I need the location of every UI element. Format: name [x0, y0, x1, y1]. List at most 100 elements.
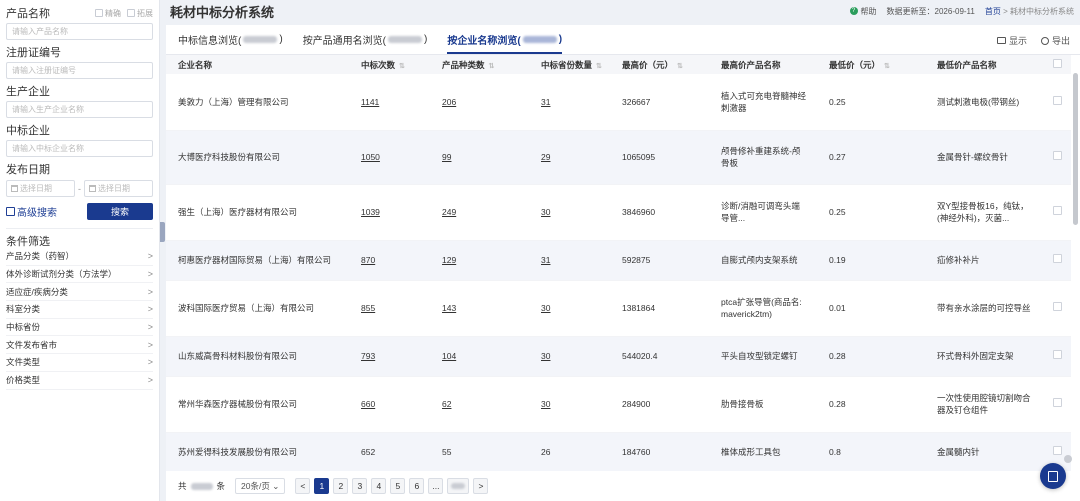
cell-wins[interactable]: 652	[349, 432, 430, 473]
row-checkbox[interactable]	[1053, 350, 1062, 359]
page-button[interactable]: 5	[390, 478, 406, 494]
advanced-search-link[interactable]: 高级搜索	[6, 204, 57, 219]
tab-by-product[interactable]: 按产品通用名浏览()	[303, 32, 428, 54]
table-row[interactable]: 常州华森医疗器械股份有限公司 660 62 30 284900 肋骨接骨板 0.28 一次性使…	[166, 376, 1071, 433]
col-wins[interactable]: 中标次数 ⇅	[349, 55, 430, 74]
cell-kinds[interactable]: 249	[430, 184, 529, 241]
maker-input[interactable]: 请输入生产企业名称	[6, 101, 153, 118]
filter-item[interactable]: 文件发布省市 >	[6, 336, 153, 355]
cell-wins[interactable]: 1141	[349, 74, 430, 131]
page-button[interactable]: 3	[352, 478, 368, 494]
table-scrollbar[interactable]	[1073, 73, 1078, 225]
tab-by-company[interactable]: 按企业名称浏览()	[447, 32, 563, 54]
match-options: 精确 拓展	[95, 8, 153, 19]
cell-max-price: 544020.4	[610, 336, 709, 377]
cell-kinds[interactable]: 99	[430, 130, 529, 185]
col-kinds[interactable]: 产品种类数 ⇅	[430, 55, 529, 74]
cell-wins[interactable]: 870	[349, 240, 430, 281]
table-row[interactable]: 强生（上海）医疗器材有限公司 1039 249 30 3846960 诊断/消融可调弯头端…	[166, 184, 1071, 241]
cell-provinces[interactable]: 31	[529, 240, 610, 281]
sidebar-collapse-handle[interactable]	[160, 222, 165, 242]
cell-kinds[interactable]: 143	[430, 280, 529, 337]
fab-close-icon[interactable]	[1064, 455, 1072, 463]
page-size-select[interactable]: 20条/页 ⌄	[235, 478, 286, 494]
col-select-all[interactable]	[1041, 55, 1071, 74]
cell-company: 大博医疗科技股份有限公司	[166, 130, 349, 185]
tab-bid-info[interactable]: 中标信息浏览()	[178, 32, 283, 54]
cell-kinds[interactable]: 129	[430, 240, 529, 281]
row-checkbox[interactable]	[1053, 398, 1062, 407]
filter-item[interactable]: 科室分类 >	[6, 301, 153, 319]
breadcrumb-home[interactable]: 首页	[985, 7, 1001, 16]
cell-wins[interactable]: 1039	[349, 184, 430, 241]
redacted-last-page	[451, 483, 466, 489]
filter-item[interactable]: 价格类型 >	[6, 372, 153, 390]
page-button[interactable]: 4	[371, 478, 387, 494]
page-button[interactable]: 2	[333, 478, 349, 494]
cell-select[interactable]	[1041, 130, 1071, 185]
cell-provinces[interactable]: 26	[529, 432, 610, 473]
export-button[interactable]: 导出	[1040, 34, 1070, 47]
search-button[interactable]: 搜索	[87, 203, 153, 220]
feedback-button[interactable]	[1040, 463, 1066, 489]
col-max-price[interactable]: 最高价（元） ⇅	[610, 55, 709, 74]
cell-select[interactable]	[1041, 376, 1071, 433]
help-link[interactable]: ? 帮助	[849, 6, 877, 17]
cell-select[interactable]	[1041, 336, 1071, 377]
cell-select[interactable]	[1041, 184, 1071, 241]
tab-label: 按企业名称浏览(	[447, 36, 521, 47]
filter-item[interactable]: 体外诊断试剂分类（方法学） >	[6, 266, 153, 284]
cell-provinces[interactable]: 31	[529, 74, 610, 131]
col-provinces[interactable]: 中标省份数量 ⇅	[529, 55, 610, 74]
cell-provinces[interactable]: 29	[529, 130, 610, 185]
page-button[interactable]: 6	[409, 478, 425, 494]
last-page-button[interactable]	[447, 478, 470, 494]
filter-item[interactable]: 适应症/疾病分类 >	[6, 283, 153, 302]
total-suffix: 条	[216, 481, 226, 491]
table-row[interactable]: 大博医疗科技股份有限公司 1050 99 29 1065095 颅骨修补重建系统-颅骨板 0…	[166, 130, 1071, 185]
expand-checkbox[interactable]: 拓展	[127, 8, 153, 19]
table-row[interactable]: 波科国际医疗贸易（上海）有限公司 855 143 30 1381864 ptca扩张导管(…	[166, 280, 1071, 337]
next-page-button[interactable]: >	[473, 478, 489, 494]
page-button[interactable]: 1	[314, 478, 330, 494]
cell-kinds[interactable]: 55	[430, 432, 529, 473]
cell-select[interactable]	[1041, 280, 1071, 337]
cell-wins[interactable]: 855	[349, 280, 430, 337]
cell-wins[interactable]: 793	[349, 336, 430, 377]
table-row[interactable]: 柯惠医疗器材国际贸易（上海）有限公司 870 129 31 592875 自膨式颅内支架系…	[166, 240, 1071, 281]
cell-provinces[interactable]: 30	[529, 336, 610, 377]
product-name-input[interactable]: 请输入产品名称	[6, 23, 153, 40]
cell-select[interactable]	[1041, 240, 1071, 281]
exact-checkbox[interactable]: 精确	[95, 8, 121, 19]
select-all-checkbox[interactable]	[1053, 59, 1062, 68]
display-button[interactable]: 显示	[996, 34, 1027, 47]
cell-kinds[interactable]: 104	[430, 336, 529, 377]
row-checkbox[interactable]	[1053, 302, 1062, 311]
date-start-input[interactable]: 选择日期	[6, 180, 75, 197]
row-checkbox[interactable]	[1053, 446, 1062, 455]
cell-provinces[interactable]: 30	[529, 376, 610, 433]
cell-kinds[interactable]: 62	[430, 376, 529, 433]
page-ellipsis[interactable]: ...	[428, 478, 444, 494]
cell-wins[interactable]: 660	[349, 376, 430, 433]
cell-provinces[interactable]: 30	[529, 280, 610, 337]
row-checkbox[interactable]	[1053, 254, 1062, 263]
reg-number-input[interactable]: 请输入注册证编号	[6, 62, 153, 79]
cell-kinds[interactable]: 206	[430, 74, 529, 131]
filter-item[interactable]: 中标省份 >	[6, 319, 153, 337]
filter-item[interactable]: 文件类型 >	[6, 354, 153, 372]
row-checkbox[interactable]	[1053, 206, 1062, 215]
table-row[interactable]: 苏州爱得科技发展股份有限公司 652 55 26 184760 椎体成形工具包 0.8 金属髓…	[166, 432, 1071, 473]
cell-wins[interactable]: 1050	[349, 130, 430, 185]
row-checkbox[interactable]	[1053, 151, 1062, 160]
table-row[interactable]: 山东威高骨科材料股份有限公司 793 104 30 544020.4 平头自攻型锁定螺钉 0…	[166, 336, 1071, 377]
col-min-price[interactable]: 最低价（元） ⇅	[817, 55, 925, 74]
prev-page-button[interactable]: <	[295, 478, 311, 494]
table-row[interactable]: 美敦力（上海）管理有限公司 1141 206 31 326667 植入式可充电脊髓神经刺激…	[166, 74, 1071, 131]
cell-provinces[interactable]: 30	[529, 184, 610, 241]
row-checkbox[interactable]	[1053, 95, 1062, 105]
date-end-input[interactable]: 选择日期	[84, 180, 153, 197]
winner-input[interactable]: 请输入中标企业名称	[6, 140, 153, 157]
cell-select[interactable]	[1041, 74, 1071, 131]
filter-item[interactable]: 产品分类（药智） >	[6, 248, 153, 266]
